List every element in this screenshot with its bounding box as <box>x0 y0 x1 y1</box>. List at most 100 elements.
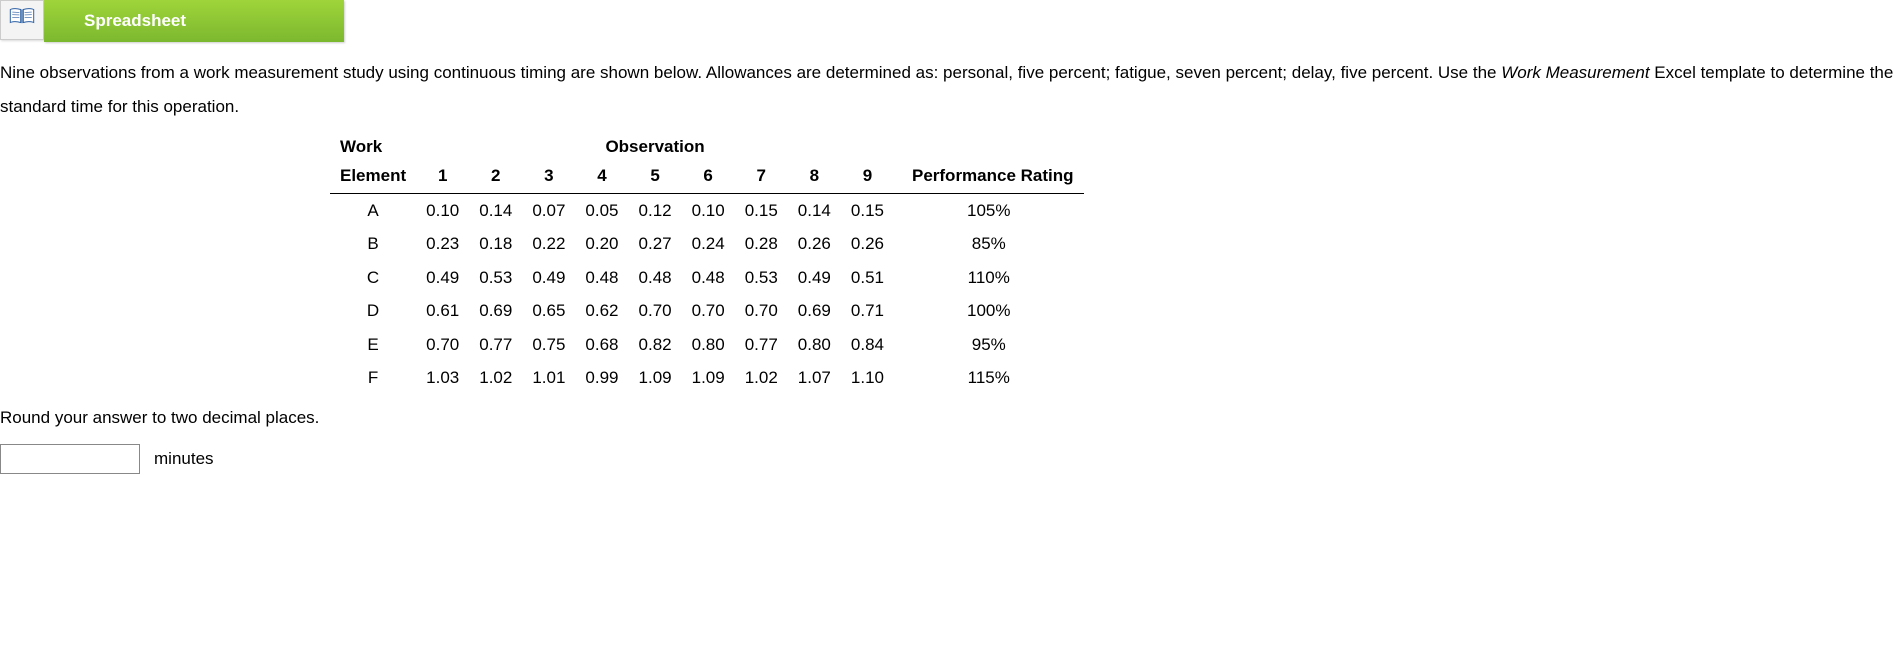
observation-cell: 0.65 <box>522 294 575 328</box>
observation-cell: 0.23 <box>416 227 469 261</box>
ebook-icon-button[interactable] <box>0 0 44 40</box>
element-cell: D <box>330 294 416 328</box>
observation-header: Observation <box>575 130 734 160</box>
performance-rating-header: Performance Rating <box>894 159 1084 193</box>
element-cell: F <box>330 361 416 395</box>
observation-cell: 0.99 <box>575 361 628 395</box>
answer-input[interactable] <box>0 444 140 474</box>
observation-cell: 0.24 <box>682 227 735 261</box>
observation-cell: 0.84 <box>841 328 894 362</box>
table-row: D0.610.690.650.620.700.700.700.690.71100… <box>330 294 1084 328</box>
observation-cell: 0.69 <box>788 294 841 328</box>
obs-col-9: 9 <box>841 159 894 193</box>
observation-cell: 1.02 <box>469 361 522 395</box>
observation-cell: 0.62 <box>575 294 628 328</box>
observation-cell: 0.15 <box>841 193 894 227</box>
observation-cell: 0.77 <box>469 328 522 362</box>
problem-text-emph: Work Measurement <box>1501 63 1649 82</box>
observation-cell: 0.51 <box>841 261 894 295</box>
observation-cell: 0.48 <box>682 261 735 295</box>
performance-rating-cell: 115% <box>894 361 1084 395</box>
observation-cell: 0.49 <box>416 261 469 295</box>
table-header-group: Work Observation <box>330 130 1084 160</box>
performance-rating-cell: 110% <box>894 261 1084 295</box>
observation-cell: 0.82 <box>629 328 682 362</box>
observation-cell: 0.10 <box>416 193 469 227</box>
observation-cell: 0.26 <box>841 227 894 261</box>
obs-col-7: 7 <box>735 159 788 193</box>
obs-col-6: 6 <box>682 159 735 193</box>
observation-cell: 1.09 <box>629 361 682 395</box>
observation-cell: 0.49 <box>522 261 575 295</box>
observation-cell: 0.80 <box>682 328 735 362</box>
observation-cell: 0.70 <box>416 328 469 362</box>
observation-cell: 0.53 <box>469 261 522 295</box>
observation-table: Work Observation Element 1 2 3 4 5 6 7 8… <box>330 130 1084 395</box>
element-header: Element <box>330 159 416 193</box>
obs-col-1: 1 <box>416 159 469 193</box>
table-row: A0.100.140.070.050.120.100.150.140.15105… <box>330 193 1084 227</box>
element-cell: C <box>330 261 416 295</box>
observation-cell: 0.05 <box>575 193 628 227</box>
answer-unit: minutes <box>154 446 214 472</box>
observation-cell: 0.14 <box>788 193 841 227</box>
observation-cell: 0.70 <box>682 294 735 328</box>
observation-cell: 1.03 <box>416 361 469 395</box>
observation-cell: 0.77 <box>735 328 788 362</box>
table-row: C0.490.530.490.480.480.480.530.490.51110… <box>330 261 1084 295</box>
observation-cell: 0.80 <box>788 328 841 362</box>
spreadsheet-tab-label: Spreadsheet <box>84 8 186 34</box>
observation-cell: 0.48 <box>629 261 682 295</box>
table-row: E0.700.770.750.680.820.800.770.800.8495% <box>330 328 1084 362</box>
header-bar: Spreadsheet <box>0 0 1904 42</box>
observation-cell: 1.10 <box>841 361 894 395</box>
book-icon <box>9 6 35 34</box>
observation-cell: 1.09 <box>682 361 735 395</box>
table-row: F1.031.021.010.991.091.091.021.071.10115… <box>330 361 1084 395</box>
observation-cell: 0.71 <box>841 294 894 328</box>
performance-rating-cell: 85% <box>894 227 1084 261</box>
obs-col-8: 8 <box>788 159 841 193</box>
answer-row: minutes <box>0 444 1904 474</box>
element-cell: E <box>330 328 416 362</box>
observation-cell: 0.22 <box>522 227 575 261</box>
element-cell: A <box>330 193 416 227</box>
observation-cell: 0.07 <box>522 193 575 227</box>
observation-cell: 0.20 <box>575 227 628 261</box>
obs-col-2: 2 <box>469 159 522 193</box>
observation-cell: 0.75 <box>522 328 575 362</box>
observation-cell: 0.70 <box>629 294 682 328</box>
spreadsheet-tab[interactable]: Spreadsheet <box>44 0 344 42</box>
problem-statement: Nine observations from a work measuremen… <box>0 56 1904 124</box>
observation-cell: 0.49 <box>788 261 841 295</box>
problem-text-part1: Nine observations from a work measuremen… <box>0 63 1501 82</box>
observation-cell: 1.01 <box>522 361 575 395</box>
observation-cell: 0.48 <box>575 261 628 295</box>
observation-cell: 1.02 <box>735 361 788 395</box>
performance-rating-cell: 95% <box>894 328 1084 362</box>
observation-cell: 0.12 <box>629 193 682 227</box>
observation-cell: 0.14 <box>469 193 522 227</box>
observation-cell: 0.15 <box>735 193 788 227</box>
observation-cell: 1.07 <box>788 361 841 395</box>
table-row: B0.230.180.220.200.270.240.280.260.2685% <box>330 227 1084 261</box>
observation-cell: 0.18 <box>469 227 522 261</box>
obs-col-3: 3 <box>522 159 575 193</box>
observation-cell: 0.61 <box>416 294 469 328</box>
rounding-instruction: Round your answer to two decimal places. <box>0 405 1904 431</box>
observation-cell: 0.70 <box>735 294 788 328</box>
observation-cell: 0.27 <box>629 227 682 261</box>
data-table-wrap: Work Observation Element 1 2 3 4 5 6 7 8… <box>0 130 1904 395</box>
observation-cell: 0.10 <box>682 193 735 227</box>
obs-col-4: 4 <box>575 159 628 193</box>
obs-col-5: 5 <box>629 159 682 193</box>
observation-cell: 0.26 <box>788 227 841 261</box>
performance-rating-cell: 105% <box>894 193 1084 227</box>
element-cell: B <box>330 227 416 261</box>
observation-cell: 0.68 <box>575 328 628 362</box>
performance-rating-cell: 100% <box>894 294 1084 328</box>
observation-cell: 0.69 <box>469 294 522 328</box>
observation-cell: 0.53 <box>735 261 788 295</box>
table-column-headers: Element 1 2 3 4 5 6 7 8 9 Performance Ra… <box>330 159 1084 193</box>
work-header: Work <box>330 130 416 160</box>
